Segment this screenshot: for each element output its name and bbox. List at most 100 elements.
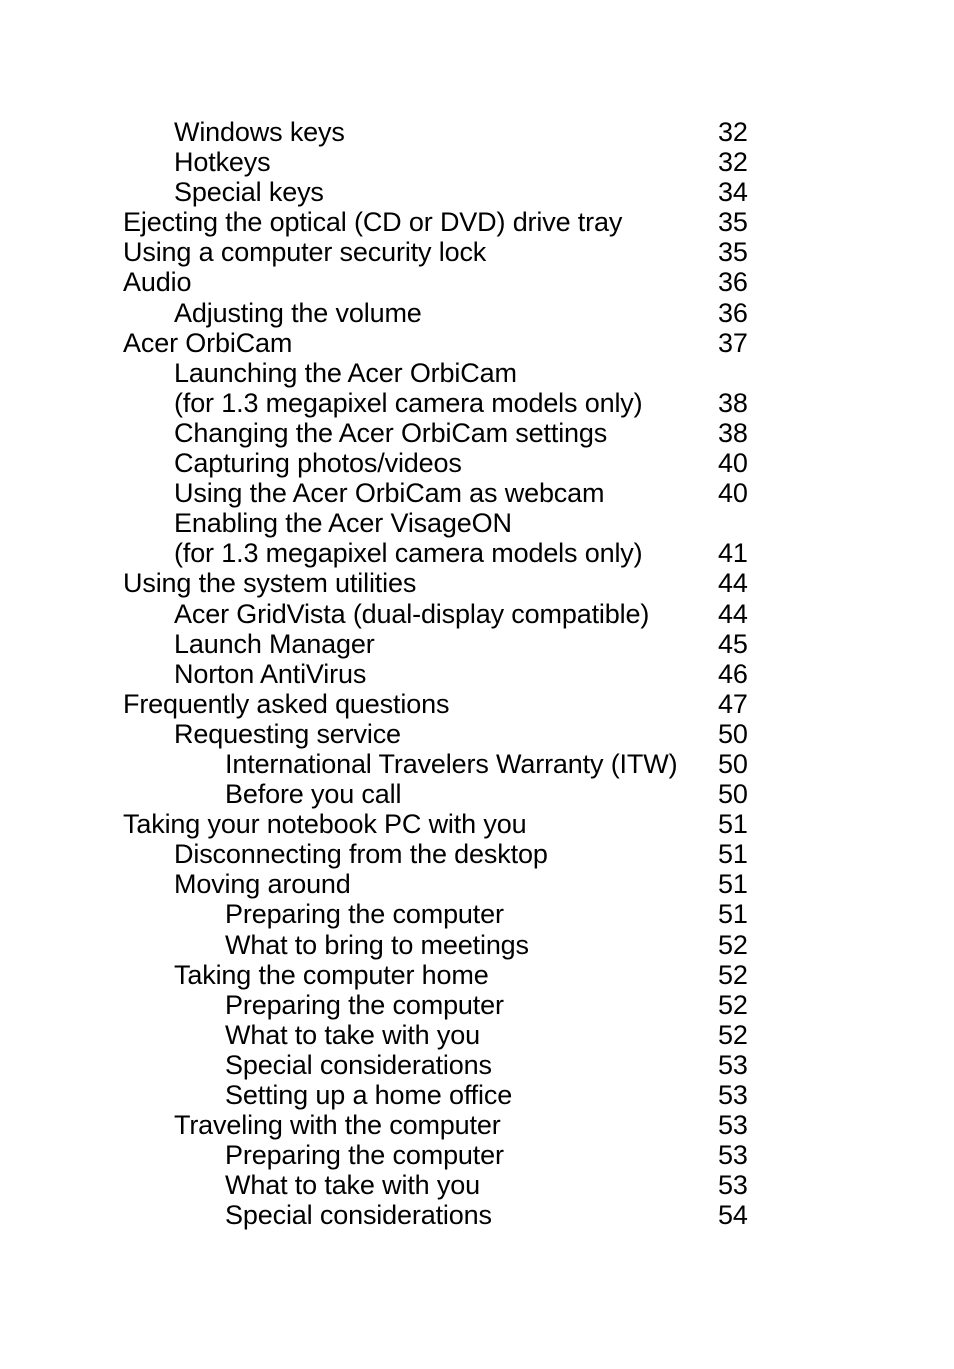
toc-entry[interactable]: Taking your notebook PC with you 51 (123, 809, 823, 839)
toc-entry-page-number: 38 (718, 417, 748, 448)
toc-entry-title: Ejecting the optical (CD or DVD) drive t… (123, 207, 623, 238)
toc-entry[interactable]: Using the system utilities 44 (123, 568, 823, 598)
toc-entry-title: Disconnecting from the desktop (174, 839, 548, 870)
toc-entry-page-number: 50 (718, 718, 748, 749)
toc-entry[interactable]: Frequently asked questions 47 (123, 689, 823, 719)
toc-entry[interactable]: Special considerations 53 (123, 1050, 823, 1080)
toc-entry-title: Launch Manager (174, 628, 375, 659)
toc-entry[interactable]: Norton AntiVirus 46 (123, 659, 823, 689)
toc-entry-page-number: 53 (718, 1170, 748, 1201)
toc-entry[interactable]: Traveling with the computer 53 (123, 1110, 823, 1140)
toc-entry[interactable]: Special considerations 54 (123, 1200, 823, 1230)
toc-entry-page-number: 53 (718, 1140, 748, 1171)
toc-entry-page-number: 44 (718, 568, 748, 599)
toc-entry-title: Adjusting the volume (174, 297, 422, 328)
toc-entry[interactable]: Requesting service 50 (123, 719, 823, 749)
toc-entry-title: Acer OrbiCam (123, 327, 293, 358)
toc-entry[interactable]: (for 1.3 megapixel camera models only) 41 (123, 538, 823, 568)
toc-entry[interactable]: Enabling the Acer VisageON (123, 508, 823, 538)
toc-entry[interactable]: Launching the Acer OrbiCam (123, 358, 823, 388)
toc-entry-title: Using a computer security lock (123, 237, 487, 268)
toc-entry-page-number: 45 (718, 628, 748, 659)
toc-entry[interactable]: International Travelers Warranty (ITW) 50 (123, 749, 823, 779)
toc-entry[interactable]: Launch Manager 45 (123, 629, 823, 659)
toc-entry-page-number: 53 (718, 1110, 748, 1141)
toc-entry-title: International Travelers Warranty (ITW) (225, 748, 678, 779)
toc-entry-title: Requesting service (174, 718, 401, 749)
toc-entry-page-number: 51 (718, 899, 748, 930)
toc-entry-title: Windows keys (174, 117, 345, 147)
toc-entry[interactable]: Special keys 34 (123, 177, 823, 207)
toc-entry-title: Special keys (174, 177, 324, 208)
toc-entry[interactable]: Using the Acer OrbiCam as webcam 40 (123, 478, 823, 508)
toc-entry-page-number: 44 (718, 598, 748, 629)
toc-entry-title: Using the Acer OrbiCam as webcam (174, 478, 605, 509)
toc-entry-page-number: 38 (718, 387, 748, 418)
toc-entry-title: (for 1.3 megapixel camera models only) (174, 387, 643, 418)
toc-entry[interactable]: Acer GridVista (dual-display compatible)… (123, 599, 823, 629)
toc-entry-title: What to take with you (225, 1170, 480, 1201)
toc-entry[interactable]: Changing the Acer OrbiCam settings 38 (123, 418, 823, 448)
toc-entry-page-number: 50 (718, 748, 748, 779)
toc-entry[interactable]: Ejecting the optical (CD or DVD) drive t… (123, 207, 823, 237)
toc-entry-title: Using the system utilities (123, 568, 417, 599)
toc-entry[interactable]: Preparing the computer 52 (123, 990, 823, 1020)
toc-entry-title: What to bring to meetings (225, 929, 529, 960)
toc-entry-page-number: 51 (718, 839, 748, 870)
toc-entry-page-number: 51 (718, 869, 748, 900)
toc-entry[interactable]: Capturing photos/videos 40 (123, 448, 823, 478)
document-page: Windows keys 32 Hotkeys 32 Special keys 34 Eje… (0, 0, 954, 1369)
toc-entry-page-number: 51 (718, 809, 748, 840)
toc-entry[interactable]: What to bring to meetings 52 (123, 930, 823, 960)
toc-entry[interactable]: Preparing the computer 51 (123, 899, 823, 929)
toc-entry[interactable]: Setting up a home office 53 (123, 1080, 823, 1110)
toc-entry-page-number: 41 (718, 538, 748, 569)
toc-entry-title: Before you call (225, 779, 402, 810)
toc-entry[interactable]: Acer OrbiCam 37 (123, 328, 823, 358)
toc-entry-page-number: 36 (718, 267, 748, 298)
toc-entry-page-number: 52 (718, 959, 748, 990)
toc-entry-title: Audio (123, 267, 192, 298)
toc-entry-page-number: 35 (718, 237, 748, 268)
toc-entry-title: Norton AntiVirus (174, 658, 367, 689)
toc-entry[interactable]: What to take with you 53 (123, 1170, 823, 1200)
toc-entry[interactable]: Hotkeys 32 (123, 147, 823, 177)
toc-entry[interactable]: Taking the computer home 52 (123, 960, 823, 990)
toc-entry-title: Capturing photos/videos (174, 448, 462, 479)
toc-entry-title: Taking your notebook PC with you (123, 809, 527, 840)
toc-entry-page-number: 52 (718, 929, 748, 960)
toc-entry-page-number: 53 (718, 1080, 748, 1110)
toc-entry-page-number: 32 (718, 147, 748, 178)
toc-entry-title: Moving around (174, 869, 351, 900)
toc-entry-title: Preparing the computer (225, 989, 504, 1020)
toc-entry-page-number: 34 (718, 177, 748, 208)
toc-entry[interactable]: Disconnecting from the desktop 51 (123, 839, 823, 869)
toc-entry-title: Enabling the Acer VisageON (174, 508, 512, 539)
toc-entry-page-number: 32 (718, 117, 748, 147)
toc-entry-page-number: 46 (718, 658, 748, 689)
toc-entry[interactable]: (for 1.3 megapixel camera models only) 38 (123, 388, 823, 418)
toc-entry[interactable]: What to take with you 52 (123, 1020, 823, 1050)
toc-entry-title: Traveling with the computer (174, 1110, 501, 1141)
toc-entry[interactable]: Windows keys 32 (123, 117, 823, 147)
toc-entry[interactable]: Before you call 50 (123, 779, 823, 809)
toc-entry[interactable]: Moving around 51 (123, 869, 823, 899)
toc-entry-page-number: 52 (718, 1019, 748, 1050)
toc-entry[interactable]: Adjusting the volume 36 (123, 298, 823, 328)
toc-entry-title: Changing the Acer OrbiCam settings (174, 417, 608, 448)
toc-entry[interactable]: Preparing the computer 53 (123, 1140, 823, 1170)
toc-entry-title: Frequently asked questions (123, 688, 450, 719)
toc-entry[interactable]: Audio 36 (123, 267, 823, 297)
toc-entry-title: Preparing the computer (225, 1140, 504, 1171)
table-of-contents-list: Windows keys 32 Hotkeys 32 Special keys 34 Eje… (123, 117, 823, 1230)
toc-entry-page-number: 53 (718, 1049, 748, 1080)
toc-entry-title: Hotkeys (174, 147, 271, 178)
toc-entry-title: (for 1.3 megapixel camera models only) (174, 538, 643, 569)
toc-entry-title: Preparing the computer (225, 899, 504, 930)
toc-entry-page-number: 40 (718, 448, 748, 479)
toc-entry[interactable]: Using a computer security lock 35 (123, 237, 823, 267)
toc-entry-title: Taking the computer home (174, 959, 489, 990)
toc-entry-page-number: 47 (718, 688, 748, 719)
toc-entry-title: Acer GridVista (dual-display compatible) (174, 598, 650, 629)
toc-entry-page-number: 36 (718, 297, 748, 328)
